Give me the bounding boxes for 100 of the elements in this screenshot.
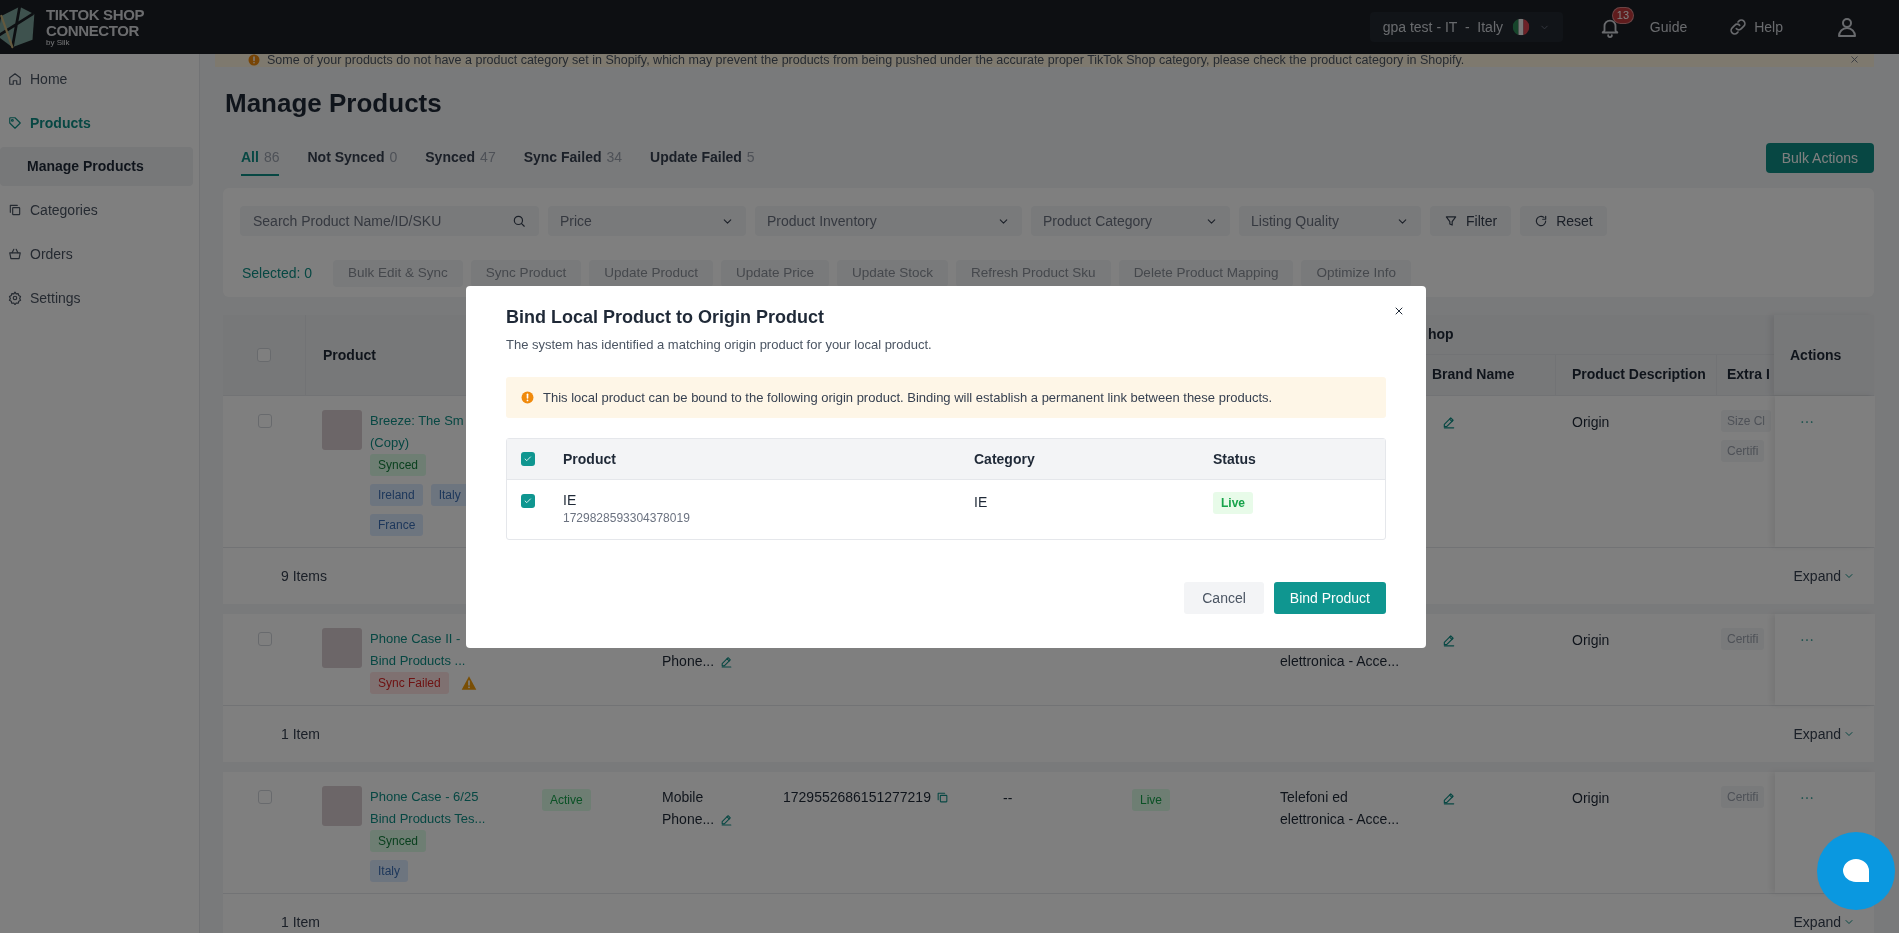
- dropdown[interactable]: Product Category: [1031, 206, 1230, 236]
- status-badge: Synced: [370, 454, 427, 476]
- category-text: Mobile: [662, 788, 704, 807]
- column-header: Category: [974, 451, 1035, 467]
- warning-icon: [248, 54, 260, 66]
- status-badge: Sync Failed: [370, 672, 449, 694]
- header-link[interactable]: Help: [1728, 16, 1783, 38]
- sidebar-item[interactable]: Categories: [0, 190, 199, 230]
- reset-icon: [1534, 214, 1549, 228]
- item-count: 9 Items: [281, 566, 327, 586]
- store-selector[interactable]: gpa test - IT - Italy: [1369, 12, 1563, 42]
- product-name[interactable]: Bind Products ...: [370, 650, 466, 672]
- tiktok-category-text: elettronica - Acce...: [1280, 810, 1400, 829]
- dropdown[interactable]: Listing Quality: [1239, 206, 1421, 236]
- expand-button[interactable]: Expand: [1793, 723, 1855, 745]
- edit-icon[interactable]: [720, 654, 734, 668]
- column-header: Product: [323, 345, 376, 365]
- column-header: Product Description: [1572, 365, 1706, 385]
- search-icon[interactable]: [512, 214, 526, 228]
- photo-placeholder: [322, 628, 362, 668]
- home-icon: [8, 72, 22, 86]
- category-text: IE: [974, 494, 988, 510]
- column-header: Product: [563, 451, 616, 467]
- checkbox[interactable]: [521, 452, 535, 466]
- status-badge: Synced: [370, 830, 427, 852]
- dropdown[interactable]: Price: [548, 206, 746, 236]
- logo-text: TIKTOK SHOP: [46, 7, 145, 22]
- dialog-title: Bind Local Product to Origin Product: [506, 306, 825, 329]
- status-badge: Ireland: [370, 484, 423, 506]
- category-text: Phone...: [662, 810, 715, 829]
- description-text: Origin: [1572, 790, 1610, 806]
- product-name[interactable]: Phone Case II -: [370, 628, 461, 650]
- product-name: IE: [563, 491, 578, 510]
- settings-icon: [8, 291, 22, 305]
- selected-count: Selected: 0: [242, 264, 313, 283]
- banner-text: Some of your products do not have a product category set in Shopify, which may prevent the products from being pushed under the accurate proper TikTok Shop category, please check the product category in Shopify.: [267, 54, 1465, 67]
- edit-icon[interactable]: [1442, 633, 1456, 647]
- checkbox[interactable]: [521, 494, 535, 508]
- description-text: Origin: [1572, 414, 1610, 430]
- edit-icon[interactable]: [720, 812, 734, 826]
- check-icon: [523, 496, 533, 506]
- sidebar-item[interactable]: Orders: [0, 234, 199, 274]
- column-header: Brand Name: [1432, 365, 1515, 385]
- status-badge: Italy: [430, 484, 469, 506]
- expand-button[interactable]: Expand: [1793, 565, 1855, 587]
- status-badge: Active: [542, 789, 591, 811]
- column-header: Status: [1213, 451, 1256, 467]
- product-name[interactable]: Breeze: The Sm: [370, 410, 464, 432]
- filter-icon: [1444, 214, 1458, 228]
- logo-byline: by Silk: [46, 39, 71, 47]
- expand-button[interactable]: Expand: [1793, 911, 1855, 933]
- sidebar-item[interactable]: Home: [0, 59, 199, 99]
- basket-icon: [8, 247, 22, 261]
- link-icon: [1728, 17, 1749, 37]
- status-badge: Live: [1213, 492, 1253, 514]
- tag-icon: [8, 116, 22, 130]
- dropdown[interactable]: Product Inventory: [755, 206, 1022, 236]
- column-header: Extra I: [1727, 365, 1770, 385]
- close-icon[interactable]: [1393, 305, 1405, 317]
- column-group-header: hop: [1428, 324, 1454, 344]
- notification-badge: 13: [1611, 7, 1635, 24]
- header-link[interactable]: Guide: [1649, 16, 1688, 38]
- page-title: Manage Products: [225, 87, 443, 119]
- table-cell: --: [1003, 790, 1013, 806]
- description-text: Origin: [1572, 632, 1610, 648]
- tiktok-category-text: Telefoni ed: [1280, 788, 1348, 807]
- product-name[interactable]: Phone Case - 6/25: [370, 786, 479, 808]
- product-name[interactable]: Bind Products Tes...: [370, 808, 486, 830]
- category-text: Phone...: [662, 652, 715, 671]
- italy-flag-icon: [1511, 17, 1531, 37]
- sidebar-item[interactable]: Settings: [0, 278, 199, 318]
- copy-icon[interactable]: [935, 790, 949, 804]
- user-icon[interactable]: [1835, 15, 1859, 39]
- cancel-button[interactable]: Cancel: [1184, 582, 1264, 614]
- column-header: Actions: [1790, 345, 1842, 365]
- photo-placeholder: [322, 786, 362, 826]
- logo-text: CONNECTOR: [46, 23, 141, 38]
- notice-text: This local product can be bound to the following origin product. Binding will establish a permanent link between these products.: [543, 388, 1273, 407]
- product-id: 1729552686151277219: [783, 787, 931, 807]
- product-id: 1729828593304378019: [563, 510, 691, 526]
- status-badge: Italy: [370, 860, 408, 882]
- product-name[interactable]: (Copy): [370, 432, 409, 454]
- search-field[interactable]: Search Product Name/ID/SKU: [240, 206, 539, 236]
- copy-icon: [8, 203, 22, 217]
- sidebar-item[interactable]: Products: [0, 103, 199, 143]
- sidebar-subitem[interactable]: Manage Products: [0, 147, 193, 186]
- filter-button[interactable]: Filter: [1430, 206, 1512, 236]
- status-badge: France: [370, 514, 424, 536]
- item-count: 1 Item: [281, 724, 320, 744]
- status-badge: Live: [1132, 789, 1170, 811]
- chat-icon[interactable]: [1817, 832, 1895, 910]
- edit-icon[interactable]: [1442, 415, 1456, 429]
- reset-button[interactable]: Reset: [1520, 206, 1607, 236]
- check-icon: [523, 454, 533, 464]
- warning-icon: [521, 391, 534, 404]
- bulk-actions-button[interactable]: Bulk Actions: [1765, 143, 1874, 173]
- photo-placeholder: [322, 410, 362, 450]
- tiktok-category-text: elettronica - Acce...: [1280, 652, 1400, 671]
- bind-product-button[interactable]: Bind Product: [1273, 582, 1386, 614]
- edit-icon[interactable]: [1442, 791, 1456, 805]
